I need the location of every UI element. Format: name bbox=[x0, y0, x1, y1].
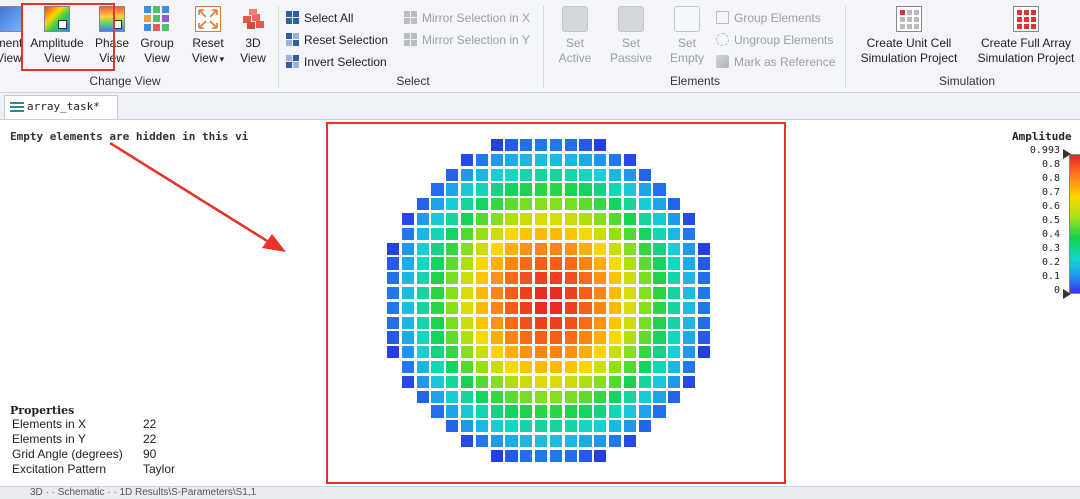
bottom-tabs-text: 3D · · Schematic · · 1D Results\S-Parame… bbox=[30, 487, 257, 498]
property-row: Grid Angle (degrees) 90 bbox=[0, 447, 200, 462]
property-label: Elements in X bbox=[12, 417, 87, 431]
property-row: Elements in Y 22 bbox=[0, 432, 200, 447]
legend-tick-label: 0.8 bbox=[1041, 159, 1060, 170]
legend-max-marker-icon[interactable] bbox=[1063, 149, 1071, 159]
legend-tick-label: 0.3 bbox=[1041, 243, 1060, 254]
legend-tick-label: 0.1 bbox=[1041, 271, 1060, 282]
legend-tick-label: 0.8 bbox=[1041, 173, 1060, 184]
legend-tick-label: 0.7 bbox=[1041, 187, 1060, 198]
legend-tick-label: 0.993 bbox=[1029, 145, 1060, 156]
property-value: 90 bbox=[143, 447, 157, 461]
legend-tick-label: 0.5 bbox=[1041, 215, 1060, 226]
property-label: Excitation Pattern bbox=[12, 462, 107, 476]
property-row: Excitation Pattern Taylor bbox=[0, 462, 200, 477]
property-value: Taylor bbox=[143, 462, 176, 476]
legend-min-marker-icon[interactable] bbox=[1063, 289, 1071, 299]
bottom-tab-strip[interactable]: 3D · · Schematic · · 1D Results\S-Parame… bbox=[0, 486, 1080, 499]
properties-title: Properties bbox=[10, 404, 75, 417]
legend-title: Amplitude bbox=[1012, 130, 1072, 143]
legend-tick-label: 0 bbox=[1053, 285, 1060, 296]
property-label: Elements in Y bbox=[12, 432, 86, 446]
amplitude-legend: Amplitude 0.993 0.8 0.8 0.7 0.6 0.5 0.4 0.3 0.2 0… bbox=[1008, 130, 1080, 300]
property-row: Elements in X 22 bbox=[0, 417, 200, 432]
array-highlight-box bbox=[326, 122, 786, 484]
property-value: 22 bbox=[143, 432, 157, 446]
legend-tick-label: 0.4 bbox=[1041, 229, 1060, 240]
legend-tick-label: 0.6 bbox=[1041, 201, 1060, 212]
legend-tick-label: 0.2 bbox=[1041, 257, 1060, 268]
property-label: Grid Angle (degrees) bbox=[12, 447, 123, 461]
legend-colorbar bbox=[1069, 154, 1080, 294]
property-value: 22 bbox=[143, 417, 157, 431]
properties-panel: Properties Elements in X 22 Elements in Y… bbox=[0, 404, 200, 477]
